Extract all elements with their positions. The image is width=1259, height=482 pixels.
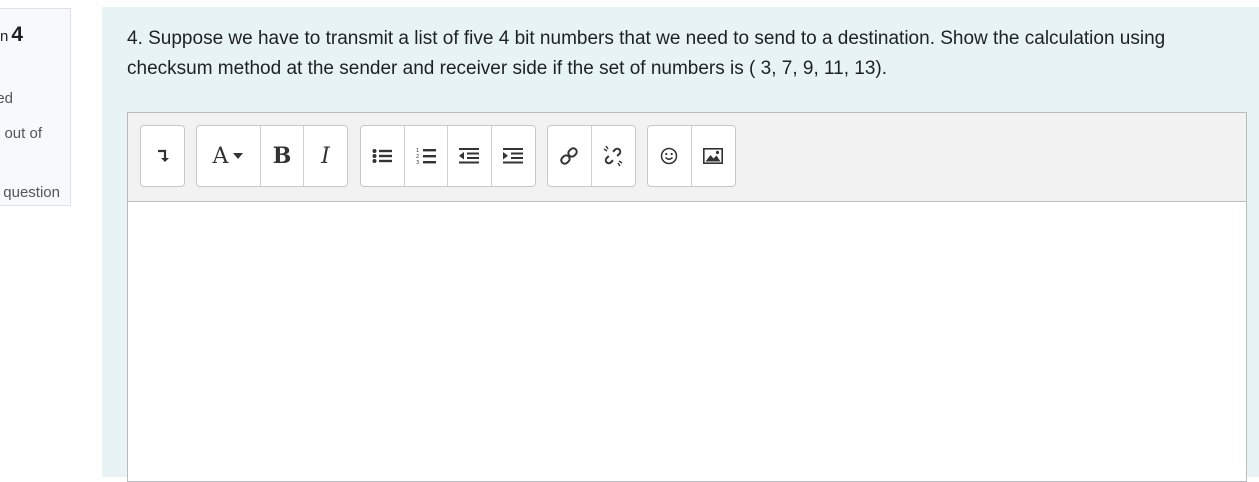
toolbar-group-lists: 1 2 3 xyxy=(360,125,536,187)
bold-button[interactable]: B xyxy=(261,126,304,186)
outdent-icon xyxy=(459,148,480,164)
toolbar-group-media xyxy=(647,125,736,187)
toolbar-group-links xyxy=(547,125,636,187)
emoji-button[interactable] xyxy=(648,126,692,186)
question-number-label: n4 xyxy=(0,23,23,46)
question-marks: out of xyxy=(4,125,42,142)
indent-icon xyxy=(503,148,524,164)
answer-editor: A B I 1 2 3 xyxy=(127,112,1247,482)
expand-toolbar-button[interactable] xyxy=(141,126,184,186)
font-style-button[interactable]: A xyxy=(197,126,261,186)
editor-text-area[interactable] xyxy=(128,202,1246,481)
question-number: 4 xyxy=(11,23,23,46)
italic-icon: I xyxy=(321,143,330,169)
toolbar-group-text: A B I xyxy=(196,125,348,187)
italic-button[interactable]: I xyxy=(304,126,347,186)
emoji-icon xyxy=(660,147,678,165)
link-button[interactable] xyxy=(548,126,592,186)
question-status: ed xyxy=(0,90,13,107)
editor-toolbar: A B I 1 2 3 xyxy=(128,113,1246,202)
font-style-icon: A xyxy=(213,144,245,169)
link-icon xyxy=(559,146,579,166)
unordered-list-button[interactable] xyxy=(361,126,405,186)
bold-icon: B xyxy=(272,143,292,169)
question-text: 4. Suppose we have to transmit a list of… xyxy=(127,28,1166,79)
toolbar-group-toggle xyxy=(140,125,185,187)
question-info-panel: n4 ed out of question xyxy=(0,8,71,206)
flag-question-link[interactable]: question xyxy=(3,184,60,201)
image-icon xyxy=(703,148,724,164)
ordered-list-button[interactable]: 1 2 3 xyxy=(405,126,448,186)
image-button[interactable] xyxy=(692,126,736,186)
unlink-icon xyxy=(602,145,624,167)
svg-text:3: 3 xyxy=(416,160,419,165)
indent-button[interactable] xyxy=(492,126,535,186)
expand-toolbar-icon xyxy=(157,149,169,163)
ordered-list-icon: 1 2 3 xyxy=(416,147,436,165)
question-content: 4. Suppose we have to transmit a list of… xyxy=(102,7,1259,482)
outdent-button[interactable] xyxy=(448,126,492,186)
unlink-button[interactable] xyxy=(592,126,636,186)
unordered-list-icon xyxy=(372,148,393,164)
